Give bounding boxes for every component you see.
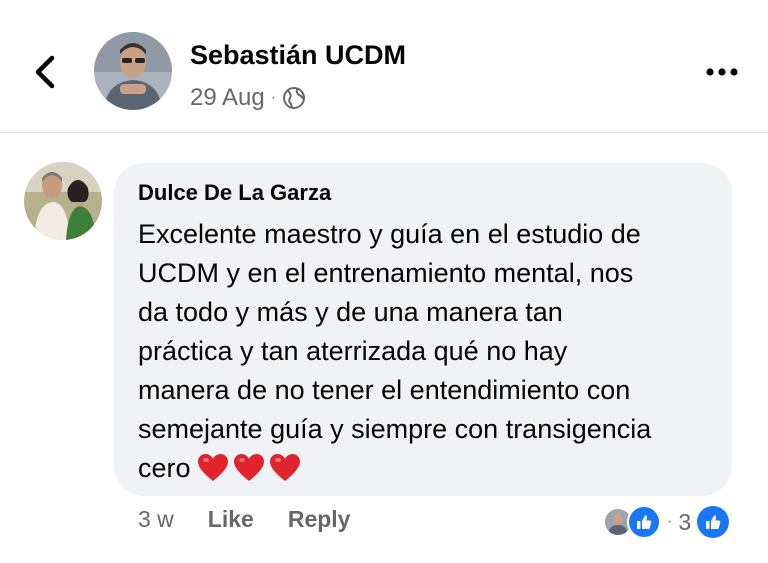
comment-line: cero [138,453,191,483]
comment-line: da todo y más y de una manera tan [138,297,563,327]
like-reaction-badge [627,505,661,539]
post-author-name[interactable]: Sebastián UCDM [190,40,406,71]
post-meta: 29 Aug · [190,84,306,112]
comment-line: manera de no tener el entendimiento con [138,375,631,405]
author-avatar-image [94,32,172,110]
comment-line: Excelente maestro y guía en el estudio d… [138,219,641,249]
comment-line: práctica y tan aterrizada qué no hay [138,336,568,366]
post-date[interactable]: 29 Aug [190,84,265,112]
globe-icon [283,87,306,109]
heart-emoji [269,454,300,481]
post-header: Sebastián UCDM 29 Aug · [0,0,768,133]
like-reaction-button[interactable] [697,506,730,538]
comment-line: semejante guía y siempre con transigenci… [138,414,652,444]
author-avatar[interactable] [94,32,172,110]
back-button[interactable] [28,52,64,92]
comment-text: Excelente maestro y guía en el estudio d… [138,215,720,494]
meta-separator: · [270,89,277,106]
heart-emoji [233,454,264,481]
thumbs-up-icon [706,515,721,529]
comment-actions: 3 w Like Reply [138,506,384,533]
heart-emojis [197,453,305,494]
reaction-count: 3 [678,508,692,535]
reaction-separator: · [667,513,673,530]
more-horizontal-icon [706,68,738,76]
comment-line: UCDM y en el entrenamiento mental, nos [138,258,634,288]
reply-button[interactable]: Reply [288,506,351,533]
comment-time[interactable]: 3 w [138,506,174,533]
more-options-button[interactable] [702,60,742,84]
thumbs-up-icon [637,515,652,529]
commenter-name[interactable]: Dulce De La Garza [138,180,331,206]
reaction-summary[interactable]: · 3 [603,505,730,539]
like-button[interactable]: Like [208,506,254,533]
commenter-avatar-image [24,162,102,240]
chevron-left-icon [35,55,55,89]
commenter-avatar[interactable] [24,162,102,240]
heart-emoji [197,454,228,481]
comment-last-line: cero [138,449,720,494]
comment-bubble: Dulce De La Garza Excelente maestro y gu… [114,163,732,496]
